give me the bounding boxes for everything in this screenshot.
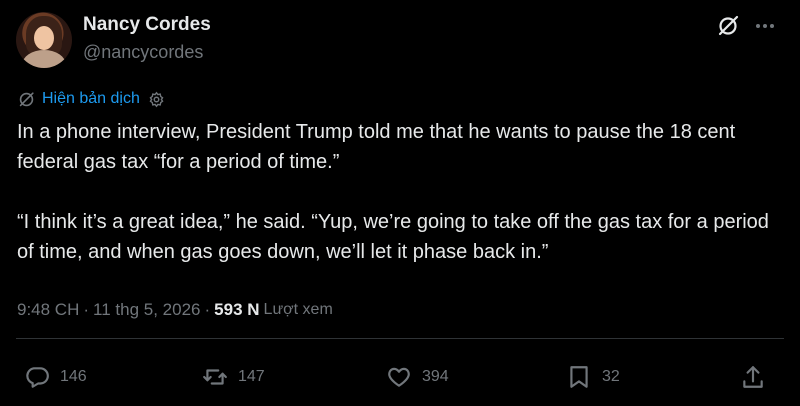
- like-button[interactable]: 394: [386, 364, 449, 390]
- author-name[interactable]: Nancy Cordes: [83, 14, 211, 36]
- views-count: 593 N: [214, 300, 260, 319]
- repost-count: 147: [238, 368, 265, 385]
- views-label: Lượt xem: [263, 301, 333, 318]
- share-button[interactable]: [740, 364, 766, 390]
- author-handle[interactable]: @nancycordes: [83, 42, 203, 63]
- meta-separator: ·: [204, 300, 211, 319]
- avatar[interactable]: [16, 12, 72, 68]
- repost-button[interactable]: 147: [202, 364, 265, 390]
- grok-icon[interactable]: [716, 14, 740, 38]
- tweet-time[interactable]: 9:48 CH: [17, 300, 79, 320]
- reply-count: 146: [60, 368, 87, 385]
- share-icon: [743, 366, 763, 388]
- tweet-date[interactable]: 11 thg 5, 2026: [93, 300, 200, 320]
- show-translation-label: Hiện bản dịch: [42, 90, 140, 107]
- gear-icon[interactable]: [148, 91, 165, 108]
- action-bar: 146 147 394 32: [0, 360, 800, 400]
- tweet-meta: 9:48 CH · 11 thg 5, 2026 · 593 N Lượt xe…: [17, 300, 333, 320]
- reply-button[interactable]: 146: [24, 364, 87, 390]
- bookmark-icon: [570, 366, 588, 388]
- bookmark-button[interactable]: 32: [566, 364, 620, 390]
- reply-icon: [26, 367, 49, 388]
- show-translation-link[interactable]: Hiện bản dịch: [17, 88, 165, 110]
- like-count: 394: [422, 368, 449, 385]
- tweet-text: In a phone interview, President Trump to…: [17, 121, 769, 263]
- more-icon[interactable]: [753, 14, 777, 38]
- divider: [16, 338, 784, 339]
- bookmark-count: 32: [602, 368, 620, 385]
- meta-separator: ·: [83, 300, 90, 319]
- like-icon: [388, 367, 410, 387]
- repost-icon: [203, 369, 227, 385]
- translate-icon: [19, 91, 34, 106]
- tweet-header: Nancy Cordes @nancycordes: [16, 12, 784, 68]
